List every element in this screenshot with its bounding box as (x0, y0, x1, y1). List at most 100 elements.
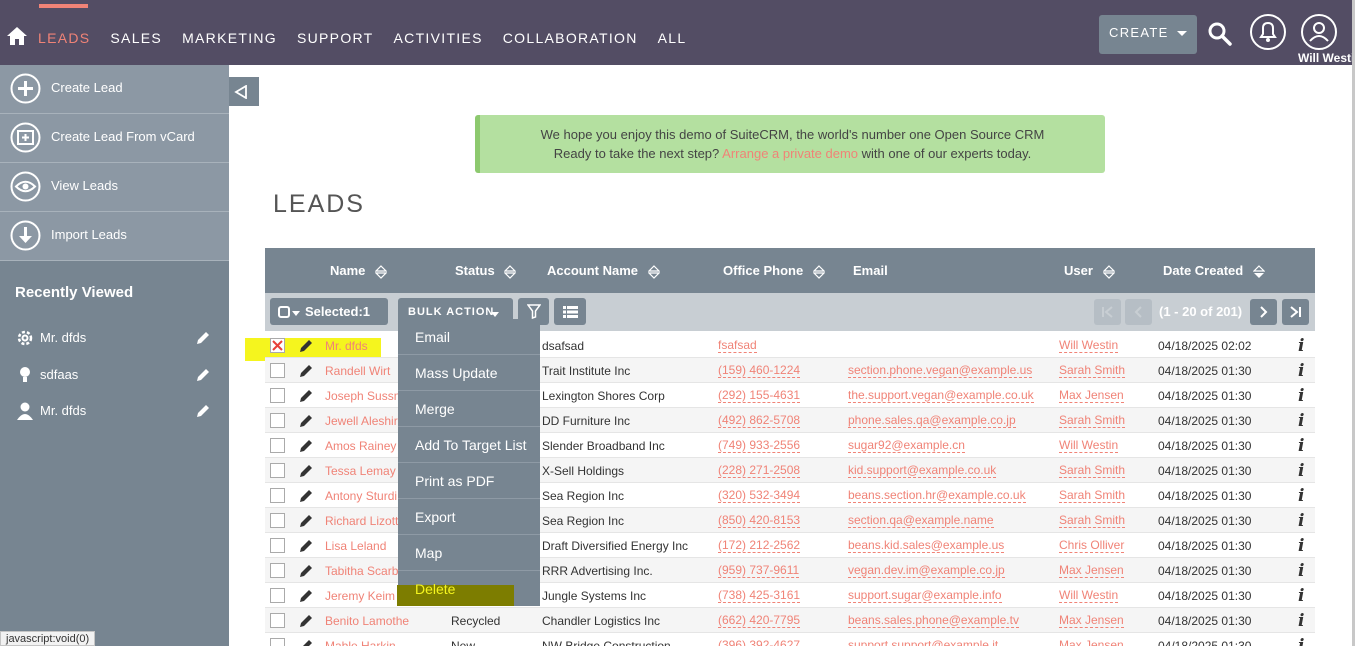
arrange-demo-link[interactable]: Arrange a private demo (722, 146, 858, 161)
nav-activities[interactable]: ACTIVITIES (394, 30, 483, 46)
lead-email[interactable]: support.sugar@example.info (848, 589, 1002, 603)
bulk-menu-email[interactable]: Email (398, 319, 540, 355)
user-name[interactable]: Will Westin (1298, 51, 1355, 65)
lead-name-link[interactable]: Richard Lizott (325, 514, 398, 528)
sidebar-action-create-lead-vcard[interactable]: Create Lead From vCard (0, 114, 229, 163)
row-checkbox[interactable] (270, 488, 285, 503)
first-page-button[interactable] (1094, 299, 1121, 325)
sidebar-action-import-leads[interactable]: Import Leads (0, 212, 229, 261)
nav-support[interactable]: SUPPORT (297, 30, 374, 46)
row-checkbox[interactable] (270, 388, 285, 403)
lead-office-phone[interactable]: (738) 425-3161 (718, 589, 801, 603)
row-checkbox[interactable] (270, 588, 285, 603)
recent-item[interactable]: sdfaas (0, 360, 229, 390)
lead-office-phone[interactable]: (492) 862-5708 (718, 414, 801, 428)
lead-name-link[interactable]: Tessa Lemay (325, 464, 396, 478)
bell-icon[interactable] (1249, 13, 1287, 51)
pencil-icon[interactable] (196, 404, 210, 418)
checked-checkbox[interactable] (270, 338, 285, 353)
nav-leads[interactable]: LEADS (38, 30, 90, 46)
pencil-icon[interactable] (299, 639, 313, 646)
lead-office-phone[interactable]: (172) 212-2562 (718, 539, 801, 553)
bulk-menu-print-pdf[interactable]: Print as PDF (398, 463, 540, 499)
nav-collaboration[interactable]: COLLABORATION (503, 30, 638, 46)
info-icon[interactable]: i (1298, 361, 1304, 381)
info-icon[interactable]: i (1298, 436, 1304, 456)
lead-name-link[interactable]: Amos Rainey (325, 439, 396, 453)
last-page-button[interactable] (1282, 299, 1309, 325)
lead-assigned-user[interactable]: Sarah Smith (1059, 414, 1126, 428)
pencil-icon[interactable] (299, 439, 313, 453)
row-checkbox[interactable] (270, 463, 285, 478)
lead-assigned-user[interactable]: Sarah Smith (1059, 489, 1126, 503)
row-checkbox[interactable] (270, 538, 285, 553)
lead-name-link[interactable]: Randell Wirt (325, 364, 390, 378)
lead-assigned-user[interactable]: Sarah Smith (1059, 514, 1126, 528)
lead-assigned-user[interactable]: Will Westin (1059, 339, 1119, 353)
info-icon[interactable]: i (1298, 536, 1304, 556)
pencil-icon[interactable] (196, 368, 210, 382)
pencil-icon[interactable] (299, 339, 313, 353)
lead-assigned-user[interactable]: Sarah Smith (1059, 464, 1126, 478)
lead-name-link[interactable]: Joseph Sussm (325, 389, 404, 403)
create-button[interactable]: CREATE (1099, 15, 1197, 54)
lead-assigned-user[interactable]: Will Westin (1059, 589, 1119, 603)
lead-assigned-user[interactable]: Max Jensen (1059, 564, 1124, 578)
pencil-icon[interactable] (299, 614, 313, 628)
row-checkbox[interactable] (270, 638, 285, 646)
info-icon[interactable]: i (1298, 336, 1304, 356)
lead-assigned-user[interactable]: Chris Olliver (1059, 539, 1125, 553)
home-icon[interactable] (6, 26, 28, 46)
lead-office-phone[interactable]: (159) 460-1224 (718, 364, 801, 378)
bulk-menu-add-to-target-list[interactable]: Add To Target List (398, 427, 540, 463)
bulk-menu-map[interactable]: Map (398, 535, 540, 571)
info-icon[interactable]: i (1298, 561, 1304, 581)
lead-assigned-user[interactable]: Sarah Smith (1059, 364, 1126, 378)
column-header-date-created[interactable]: Date Created (1163, 263, 1265, 279)
nav-marketing[interactable]: MARKETING (182, 30, 277, 46)
pencil-icon[interactable] (299, 464, 313, 478)
pencil-icon[interactable] (299, 589, 313, 603)
info-icon[interactable]: i (1298, 461, 1304, 481)
recent-item[interactable]: Mr. dfds (0, 323, 229, 353)
lead-assigned-user[interactable]: Max Jensen (1059, 614, 1124, 628)
pencil-icon[interactable] (299, 389, 313, 403)
column-header-status[interactable]: Status (455, 263, 517, 279)
user-avatar-icon[interactable] (1300, 13, 1338, 51)
lead-office-phone[interactable]: (850) 420-8153 (718, 514, 801, 528)
info-icon[interactable]: i (1298, 411, 1304, 431)
bulk-menu-export[interactable]: Export (398, 499, 540, 535)
column-header-office-phone[interactable]: Office Phone (723, 263, 825, 279)
pencil-icon[interactable] (299, 564, 313, 578)
pencil-icon[interactable] (299, 514, 313, 528)
info-icon[interactable]: i (1298, 586, 1304, 606)
recent-item[interactable]: Mr. dfds (0, 396, 229, 426)
lead-email[interactable]: beans.section.hr@example.co.uk (848, 489, 1026, 503)
lead-email[interactable]: support.support@example.it (848, 639, 998, 646)
lead-email[interactable]: beans.kid.sales@example.us (848, 539, 1005, 553)
bulk-menu-mass-update[interactable]: Mass Update (398, 355, 540, 391)
table-row[interactable]: Mable Harkin New NW Bridge Construction (39… (265, 633, 1315, 646)
column-header-name[interactable]: Name (330, 263, 388, 279)
lead-office-phone[interactable]: (228) 271-2508 (718, 464, 801, 478)
lead-email[interactable]: kid.support@example.co.uk (848, 464, 997, 478)
lead-email[interactable]: phone.sales.qa@example.co.jp (848, 414, 1016, 428)
info-icon[interactable]: i (1298, 636, 1304, 646)
nav-all[interactable]: ALL (658, 30, 687, 46)
search-icon[interactable] (1207, 21, 1233, 47)
pencil-icon[interactable] (299, 489, 313, 503)
sidebar-action-view-leads[interactable]: View Leads (0, 163, 229, 212)
lead-assigned-user[interactable]: Max Jensen (1059, 389, 1124, 403)
info-icon[interactable]: i (1298, 511, 1304, 531)
lead-office-phone[interactable]: (662) 420-7795 (718, 614, 801, 628)
lead-email[interactable]: vegan.dev.im@example.co.jp (848, 564, 1005, 578)
lead-office-phone[interactable]: (749) 933-2556 (718, 439, 801, 453)
lead-office-phone[interactable]: (959) 737-9611 (718, 564, 800, 578)
lead-email[interactable]: section.qa@example.name (848, 514, 994, 528)
row-checkbox[interactable] (270, 563, 285, 578)
table-row[interactable]: Benito Lamothe Recycled Chandler Logistics… (265, 608, 1315, 633)
column-chooser-button[interactable] (554, 298, 586, 325)
lead-office-phone[interactable]: (396) 392-4627 (718, 639, 800, 646)
lead-office-phone[interactable]: (292) 155-4631 (718, 389, 801, 403)
lead-name-link[interactable]: Mable Harkin (325, 639, 396, 646)
